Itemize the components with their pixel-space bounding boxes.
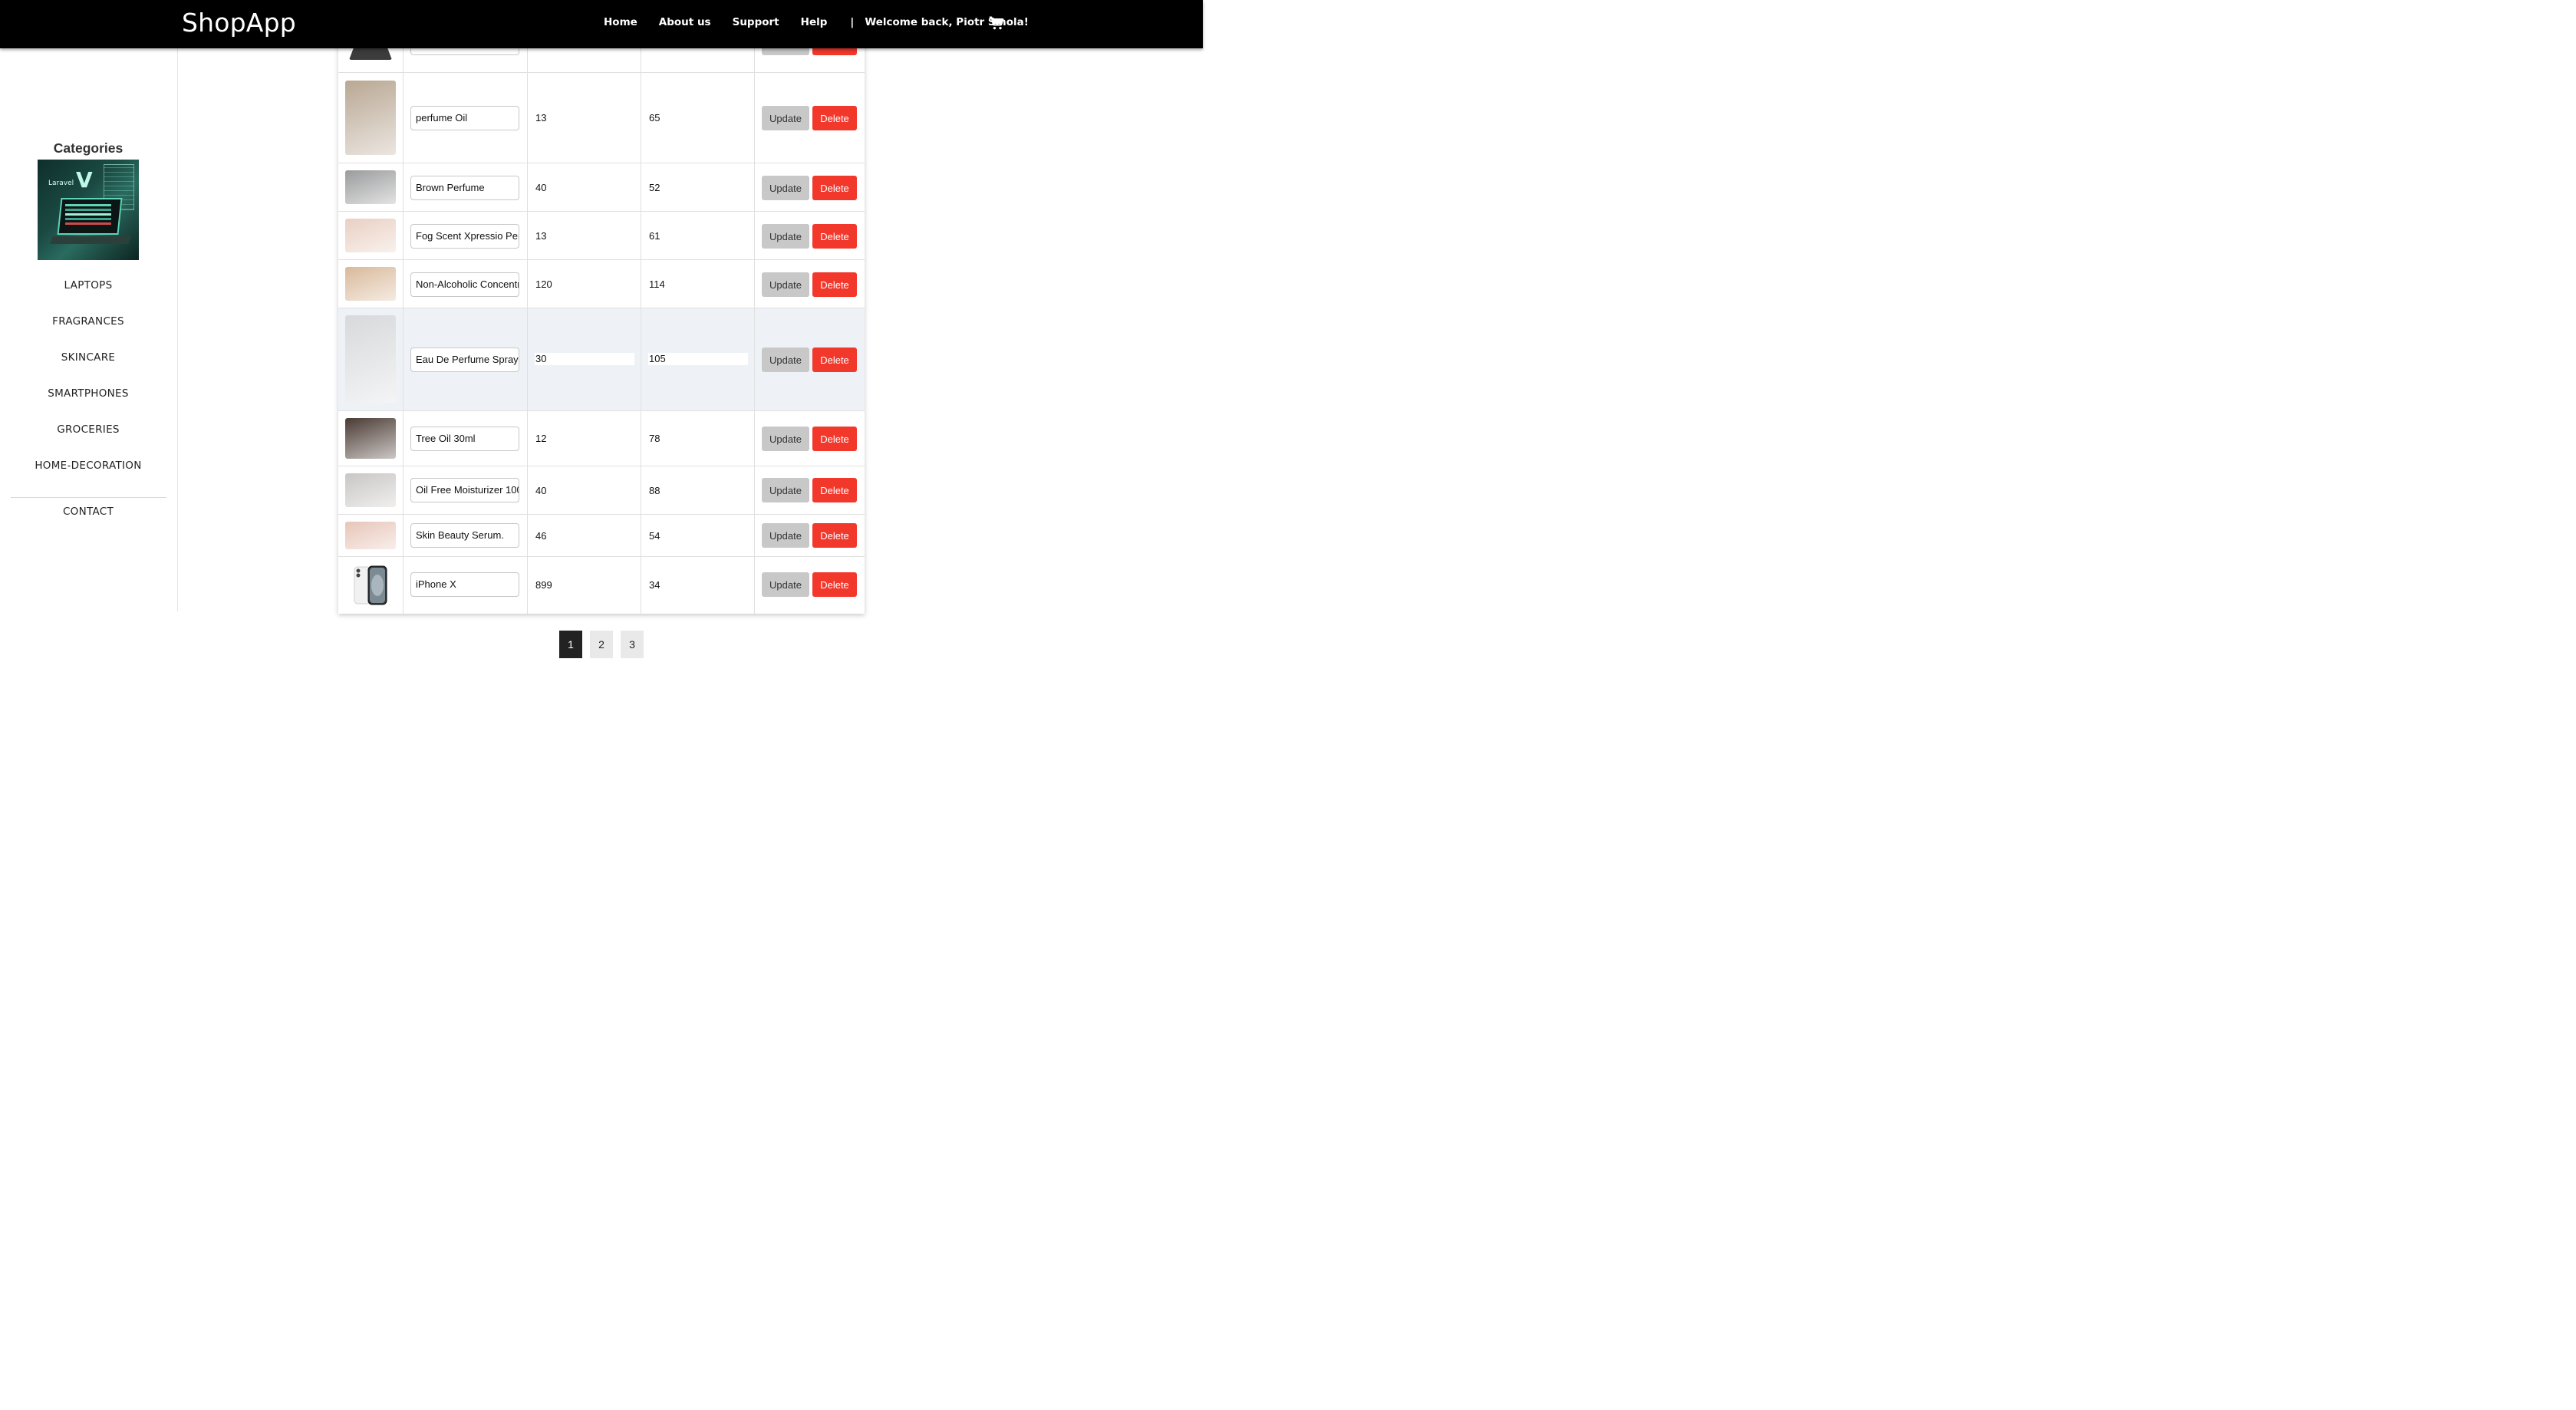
product-price: 13 [535,112,547,124]
table-row: Brown Perfume 40 52 Update Delete [338,163,865,212]
nav-about[interactable]: About us [659,16,711,28]
table-row: Skin Beauty Serum. 46 54 Update Delete [338,515,865,557]
delete-button[interactable]: Delete [812,572,857,597]
product-thumbnail [345,418,396,459]
product-thumbnail [345,522,396,549]
laravel-label: Laravel [48,180,74,187]
table-row: Non-Alcoholic Concentrated Perfume Oil 1… [338,260,865,308]
table-row: Oil Free Moisturizer 100ml 40 88 Update … [338,466,865,515]
page-1-button[interactable]: 1 [559,631,582,658]
product-name-input[interactable]: perfume Oil [410,106,519,130]
nav-help[interactable]: Help [801,16,828,28]
update-button[interactable]: Update [762,572,809,597]
delete-button[interactable]: Delete [812,478,857,502]
nav-home[interactable]: Home [604,16,637,28]
sidebar-item-smartphones[interactable]: SMARTPHONES [0,387,176,400]
product-name-input[interactable]: Eau De Perfume Spray [410,348,519,372]
update-button[interactable]: Update [762,348,809,372]
product-price: 120 [535,278,552,290]
delete-button[interactable]: Delete [812,224,857,249]
product-price: 899 [535,579,552,591]
v-logo: V [76,167,93,193]
product-thumbnail [345,81,396,155]
sidebar-item-laptops[interactable]: LAPTOPS [0,279,176,292]
code-lines-decor [65,204,111,206]
product-price: 13 [535,230,547,242]
product-name-input[interactable]: Tree Oil 30ml [410,427,519,451]
sidebar: Categories V Laravel LAPTOPS FRAGRANCES … [0,48,178,611]
update-button[interactable]: Update [762,523,809,548]
delete-button[interactable]: Delete [812,106,857,130]
product-thumbnail [345,473,396,507]
sidebar-divider [11,497,166,498]
product-quantity: 52 [649,182,660,193]
product-quantity: 88 [649,485,660,496]
delete-button[interactable]: Delete [812,427,857,451]
product-thumbnail [345,315,396,403]
product-name-input[interactable]: Fog Scent Xpressio Perfume [410,224,519,249]
product-quantity: 65 [649,112,660,124]
products-table: perfume Oil 13 65 Update Delete Brown Pe… [338,23,865,614]
product-quantity: 78 [649,433,660,444]
sidebar-item-skincare[interactable]: SKINCARE [0,351,176,364]
sidebar-item-fragrances[interactable]: FRAGRANCES [0,315,176,328]
page-3-button[interactable]: 3 [621,631,644,658]
table-row: Tree Oil 30ml 12 78 Update Delete [338,411,865,466]
nav-separator: | [850,16,855,28]
phone-image [354,565,387,605]
update-button[interactable]: Update [762,106,809,130]
table-row: iPhone X 899 34 Update Delete [338,557,865,614]
delete-button[interactable]: Delete [812,523,857,548]
nav-links: Home About us Support Help | Welcome bac… [604,16,1029,28]
product-name-input[interactable]: Brown Perfume [410,176,519,200]
sidebar-item-contact[interactable]: CONTACT [0,506,176,518]
product-name-input[interactable]: Oil Free Moisturizer 100ml [410,478,519,502]
product-name-input[interactable]: Non-Alcoholic Concentrated Perfume Oil [410,272,519,297]
product-quantity: 114 [649,278,665,290]
top-navbar: ShopApp Home About us Support Help | Wel… [0,0,1203,48]
nav-support[interactable]: Support [733,16,779,28]
shopping-cart-icon[interactable] [989,15,1004,31]
product-name-input[interactable]: iPhone X [410,572,519,597]
update-button[interactable]: Update [762,427,809,451]
table-row: Fog Scent Xpressio Perfume 13 61 Update … [338,212,865,260]
table-row: perfume Oil 13 65 Update Delete [338,73,865,163]
update-button[interactable]: Update [762,176,809,200]
product-price: 40 [535,182,547,193]
brand-logo[interactable]: ShopApp [182,8,296,38]
table-row-highlighted: Eau De Perfume Spray 30 105 Update Delet… [338,308,865,411]
categories-banner-image: V Laravel [38,160,139,260]
product-quantity: 54 [649,530,660,542]
sidebar-item-groceries[interactable]: GROCERIES [0,423,176,436]
product-thumbnail [345,267,396,301]
update-button[interactable]: Update [762,224,809,249]
product-quantity: 34 [649,579,660,591]
product-price: 12 [535,433,547,444]
delete-button[interactable]: Delete [812,272,857,297]
product-name-input[interactable]: Skin Beauty Serum. [410,523,519,548]
update-button[interactable]: Update [762,478,809,502]
product-price: 46 [535,530,547,542]
product-quantity: 61 [649,230,660,242]
sidebar-item-home-decoration[interactable]: HOME-DECORATION [0,460,176,472]
laptop-base-decor [50,236,131,244]
product-price-input[interactable]: 30 [535,353,634,365]
delete-button[interactable]: Delete [812,176,857,200]
product-quantity-input[interactable]: 105 [648,353,748,365]
categories-title: Categories [53,140,124,156]
product-thumbnail [345,219,396,252]
pagination: 1 2 3 [559,631,651,658]
product-thumbnail [345,170,396,204]
delete-button[interactable]: Delete [812,348,857,372]
page-2-button[interactable]: 2 [590,631,613,658]
update-button[interactable]: Update [762,272,809,297]
product-price: 40 [535,485,547,496]
product-thumbnail [345,565,396,606]
